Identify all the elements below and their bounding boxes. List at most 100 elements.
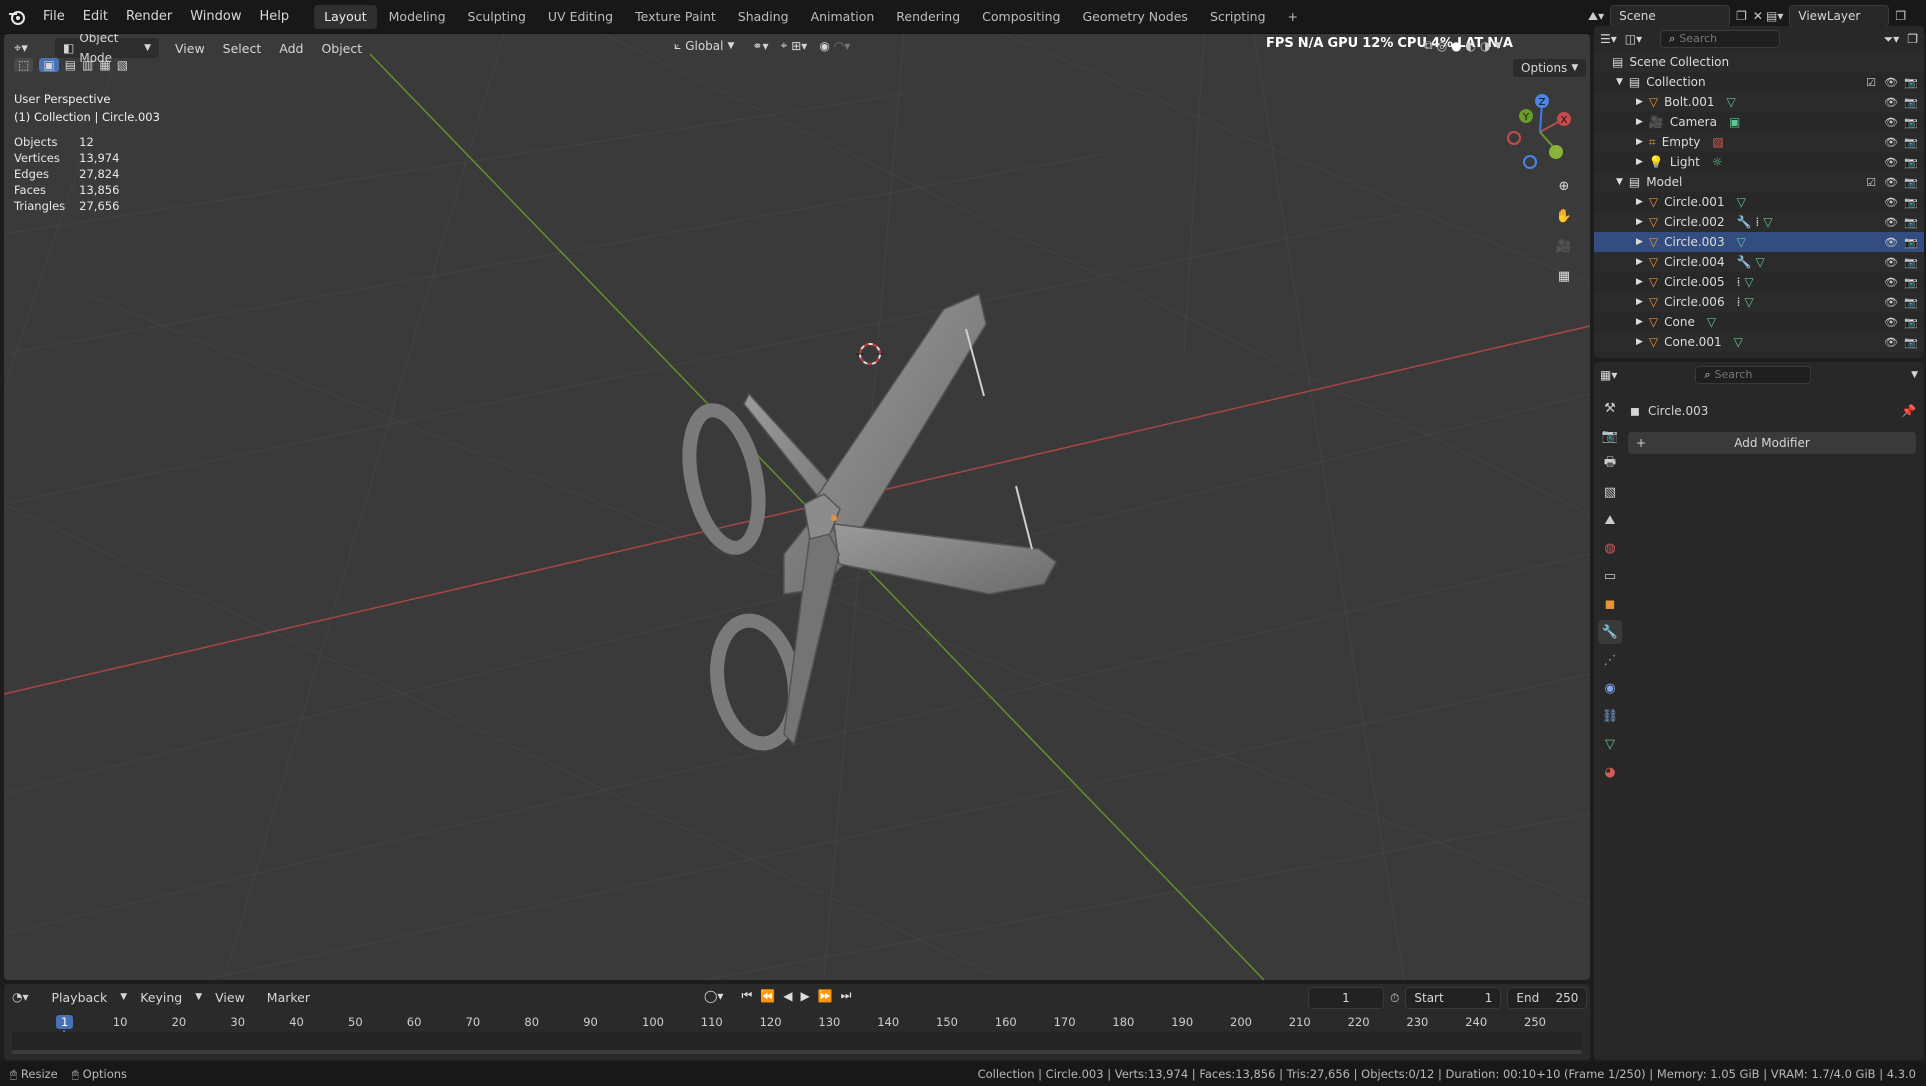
camera-view-icon[interactable]: 🎥 bbox=[1552, 234, 1576, 258]
array-modifier-icon[interactable]: ⁞ bbox=[1756, 215, 1760, 229]
stopwatch-icon[interactable]: ⏱ bbox=[1390, 991, 1399, 1006]
camera-render-icon[interactable]: 📷 bbox=[1904, 335, 1918, 349]
collection-tab-icon[interactable]: ▭ bbox=[1598, 564, 1622, 588]
expand-chevron-icon[interactable]: ▶ bbox=[1636, 97, 1643, 107]
outliner-editor-icon[interactable]: ☰▾ bbox=[1600, 32, 1617, 46]
mesh-data-icon[interactable]: ▽ bbox=[1737, 235, 1746, 249]
outliner-item-circle-002[interactable]: ▶ ▽ Circle.002 🔧 ⁞ ▽ 👁 📷 bbox=[1594, 212, 1924, 232]
new-scene-icon[interactable]: ❐ bbox=[1736, 9, 1747, 23]
camera-render-icon[interactable]: 📷 bbox=[1904, 115, 1918, 129]
mesh-data-icon[interactable]: ▽ bbox=[1744, 295, 1753, 309]
camera-render-icon[interactable]: 📷 bbox=[1904, 195, 1918, 209]
mode-dropdown[interactable]: ◧ Object Mode ▼ bbox=[54, 34, 160, 65]
eye-icon[interactable]: 👁 bbox=[1884, 95, 1898, 109]
outliner-item-circle-001[interactable]: ▶ ▽ Circle.001 ▽ 👁 📷 bbox=[1594, 192, 1924, 212]
mesh-data-icon[interactable]: ▽ bbox=[1744, 275, 1753, 289]
expand-chevron-icon[interactable]: ▶ bbox=[1636, 217, 1643, 227]
camera-render-icon[interactable]: 📷 bbox=[1904, 235, 1918, 249]
outliner-item-bolt[interactable]: ▶ ▽ Bolt.001 ▽ 👁 📷 bbox=[1594, 92, 1924, 112]
tab-layout[interactable]: Layout bbox=[314, 4, 377, 29]
delete-scene-icon[interactable]: ✕ bbox=[1753, 9, 1763, 23]
menu-render[interactable]: Render bbox=[117, 9, 181, 24]
tab-shading[interactable]: Shading bbox=[728, 5, 799, 29]
select-intersect-icon[interactable]: ▧ bbox=[117, 58, 128, 72]
tab-sculpting[interactable]: Sculpting bbox=[458, 5, 536, 29]
scene-collection-row[interactable]: ▤ Scene Collection bbox=[1594, 52, 1924, 72]
camera-render-icon[interactable]: 📷 bbox=[1904, 175, 1918, 189]
exclude-checkbox[interactable]: ☑ bbox=[1864, 175, 1878, 189]
tab-scripting[interactable]: Scripting bbox=[1200, 5, 1276, 29]
outliner-item-cone-001[interactable]: ▶ ▽ Cone.001 ▽ 👁 📷 bbox=[1594, 332, 1924, 352]
add-modifier-button[interactable]: + Add Modifier bbox=[1628, 432, 1916, 454]
material-shading-icon[interactable]: ◐ bbox=[1466, 39, 1476, 53]
jump-end-icon[interactable]: ⏭ bbox=[841, 988, 852, 1003]
constraints-tab-icon[interactable]: ⛓ bbox=[1598, 704, 1622, 728]
jump-start-icon[interactable]: ⏮ bbox=[741, 988, 752, 1003]
wrench-modifier-icon[interactable]: 🔧 bbox=[1737, 255, 1752, 269]
menu-window[interactable]: Window bbox=[181, 9, 250, 24]
menu-keying[interactable]: Keying bbox=[131, 990, 191, 1005]
material-tab-icon[interactable]: ◕ bbox=[1598, 760, 1622, 784]
outliner-item-empty[interactable]: ▶ ⌗ Empty ▨ 👁 📷 bbox=[1594, 132, 1924, 152]
autokey-record-icon[interactable]: ◯▾ bbox=[704, 989, 723, 1003]
expand-chevron-icon[interactable]: ▶ bbox=[1636, 277, 1643, 287]
perspective-toggle-icon[interactable]: ▦ bbox=[1552, 264, 1576, 288]
world-tab-icon[interactable]: ◍ bbox=[1598, 536, 1622, 560]
model-collection-row[interactable]: ▼ ▤ Model ☑ 👁 📷 bbox=[1594, 172, 1924, 192]
eye-icon[interactable]: 👁 bbox=[1884, 295, 1898, 309]
select-subtract-icon[interactable]: ▥ bbox=[82, 58, 93, 72]
tab-compositing[interactable]: Compositing bbox=[972, 5, 1070, 29]
tab-geometry-nodes[interactable]: Geometry Nodes bbox=[1073, 5, 1198, 29]
eye-icon[interactable]: 👁 bbox=[1884, 335, 1898, 349]
render-tab-icon[interactable]: 📷 bbox=[1598, 424, 1622, 448]
expand-chevron-icon[interactable]: ▶ bbox=[1636, 157, 1643, 167]
scene-icon[interactable]: ⛰▾ bbox=[1588, 9, 1604, 24]
expand-chevron-icon[interactable]: ▼ bbox=[1616, 77, 1623, 87]
outliner-item-light[interactable]: ▶ 💡 Light ☼ 👁 📷 bbox=[1594, 152, 1924, 172]
image-empty-icon[interactable]: ▨ bbox=[1712, 135, 1723, 149]
keyframe-track[interactable] bbox=[12, 1032, 1582, 1050]
new-view-layer-icon[interactable]: ❐ bbox=[1895, 9, 1906, 23]
outliner-item-circle-004[interactable]: ▶ ▽ Circle.004 🔧 ▽ 👁 📷 bbox=[1594, 252, 1924, 272]
filter-icon[interactable]: ⏷▾ bbox=[1884, 32, 1900, 47]
eye-icon[interactable]: 👁 bbox=[1884, 315, 1898, 329]
array-modifier-icon[interactable]: ⁞ bbox=[1737, 295, 1741, 309]
mesh-data-icon[interactable]: ▽ bbox=[1763, 215, 1772, 229]
tab-rendering[interactable]: Rendering bbox=[886, 5, 970, 29]
modifier-tab-icon[interactable]: 🔧 bbox=[1598, 620, 1622, 644]
select-extend-icon[interactable]: ▤ bbox=[65, 58, 76, 72]
eye-icon[interactable]: 👁 bbox=[1884, 275, 1898, 289]
expand-chevron-icon[interactable]: ▼ bbox=[1616, 177, 1623, 187]
snap-icon[interactable]: ⌖ bbox=[780, 38, 787, 53]
array-modifier-icon[interactable]: ⁞ bbox=[1737, 275, 1741, 289]
menu-object[interactable]: Object bbox=[312, 41, 371, 56]
mesh-data-icon[interactable]: ▽ bbox=[1727, 95, 1736, 109]
chevron-down-icon[interactable]: ▼ bbox=[1911, 370, 1918, 380]
outliner-search[interactable]: ⌕ Search bbox=[1660, 30, 1781, 48]
camera-render-icon[interactable]: 📷 bbox=[1904, 75, 1918, 89]
output-tab-icon[interactable]: 🖶 bbox=[1598, 452, 1622, 476]
outliner-item-cone[interactable]: ▶ ▽ Cone ▽ 👁 📷 bbox=[1594, 312, 1924, 332]
pivot-icon[interactable]: ⚭▾ bbox=[752, 39, 768, 53]
expand-chevron-icon[interactable]: ▶ bbox=[1636, 317, 1643, 327]
camera-render-icon[interactable]: 📷 bbox=[1904, 155, 1918, 169]
collection-row[interactable]: ▼ ▤ Collection ☑ 👁 📷 bbox=[1594, 72, 1924, 92]
menu-view[interactable]: View bbox=[206, 990, 254, 1005]
blender-logo-icon[interactable] bbox=[0, 9, 34, 25]
particles-tab-icon[interactable]: ⋰ bbox=[1598, 648, 1622, 672]
overlay-icon[interactable]: ⧉ bbox=[1424, 38, 1433, 53]
outliner-item-circle-003[interactable]: ▶ ▽ Circle.003 ▽ 👁 📷 bbox=[1594, 232, 1924, 252]
camera-render-icon[interactable]: 📷 bbox=[1904, 275, 1918, 289]
options-dropdown[interactable]: Options ▼ bbox=[1512, 58, 1588, 78]
scene-tab-icon[interactable]: ⛰ bbox=[1598, 508, 1622, 532]
select-tool-icon[interactable]: ⬚ bbox=[14, 58, 34, 72]
view-layer-field[interactable]: ViewLayer bbox=[1789, 5, 1890, 27]
expand-chevron-icon[interactable]: ▶ bbox=[1636, 137, 1643, 147]
eye-icon[interactable]: 👁 bbox=[1884, 155, 1898, 169]
view-layer-tab-icon[interactable]: ▧ bbox=[1598, 480, 1622, 504]
prev-keyframe-icon[interactable]: ⏪ bbox=[760, 989, 775, 1003]
select-new-icon[interactable]: ▣ bbox=[39, 58, 59, 72]
current-frame-field[interactable]: 1 bbox=[1308, 987, 1384, 1009]
expand-chevron-icon[interactable]: ▶ bbox=[1636, 237, 1643, 247]
next-keyframe-icon[interactable]: ⏩ bbox=[818, 989, 833, 1003]
